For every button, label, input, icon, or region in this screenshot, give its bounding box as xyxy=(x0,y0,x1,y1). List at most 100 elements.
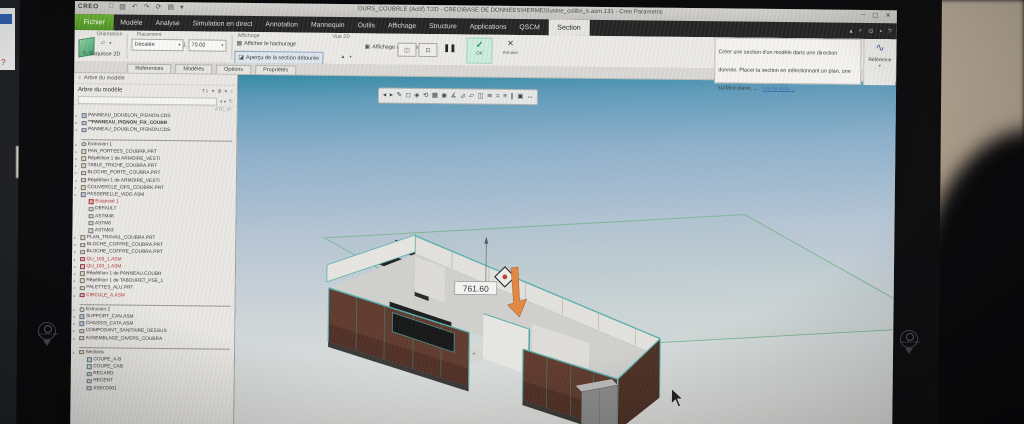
tab-section-active[interactable]: Section xyxy=(548,19,590,36)
filter-arrow-icon[interactable]: ↻ xyxy=(229,98,233,104)
expand-arrow-icon[interactable]: ▸ xyxy=(75,192,79,197)
tree-tool-icon[interactable]: T⇂ xyxy=(202,88,209,94)
expand-arrow-icon[interactable]: ▸ xyxy=(73,321,77,326)
reference-group[interactable]: ∿ Référence ▾ xyxy=(863,38,896,86)
tabbar-icon[interactable]: ▪ xyxy=(880,28,882,35)
3d-viewport[interactable]: ◂ ▸ ✎ ◻ ◈ ⟲ ▦ ◉ ∡ ⊿ ▱ ◫ ≋ ⌗ ≡ ∥ ▣ ↔ 761.… xyxy=(233,74,897,424)
ribbon-tab[interactable]: Applications xyxy=(463,18,513,35)
flip-normal-button[interactable]: ▱ ▾ xyxy=(100,39,111,46)
ribbon-tab[interactable]: Simulation en direct xyxy=(186,15,259,32)
graphics-tool-icon[interactable]: ⊿ xyxy=(460,89,466,103)
expand-arrow-icon[interactable]: ▸ xyxy=(73,328,77,333)
file-tab[interactable]: Fichier xyxy=(74,13,114,31)
expand-arrow-icon[interactable]: ▸ xyxy=(74,264,78,269)
hatch-toggle[interactable]: ▦ Afficher le hachurage xyxy=(236,40,296,48)
quick-access-icon[interactable]: ▤ xyxy=(167,3,174,11)
graphics-tool-icon[interactable]: ▸ xyxy=(390,89,393,103)
ribbon-tab[interactable]: Annotation xyxy=(259,16,305,33)
graphics-tool-icon[interactable]: ▣ xyxy=(517,90,523,104)
ribbon-tab[interactable]: Structure xyxy=(423,18,464,34)
tabbar-icon[interactable]: ⌕ xyxy=(859,27,863,35)
expand-arrow-icon[interactable]: ▸ xyxy=(74,249,78,254)
ribbon-tab[interactable]: Outils xyxy=(351,17,382,33)
filter-arrow-icon[interactable]: ◂ xyxy=(220,98,223,104)
warning-dropdown[interactable]: ▲ ▾ xyxy=(340,54,351,60)
offset-field[interactable]: ⟂ 70.00 ▾ xyxy=(182,39,227,52)
dashboard-subtab[interactable]: Options xyxy=(216,64,252,75)
quick-access-icon[interactable]: ▾ xyxy=(180,3,184,11)
expand-arrow-icon[interactable]: ▸ xyxy=(74,242,78,247)
section-toggle-icon[interactable]: ◫ xyxy=(397,42,417,57)
quick-access-icon[interactable]: ↷ xyxy=(144,3,150,11)
placement-type-dropdown[interactable]: Décalée ▾ xyxy=(131,38,184,52)
expand-arrow-icon[interactable]: ▸ xyxy=(74,271,78,276)
graphics-tool-icon[interactable]: ∡ xyxy=(451,89,457,103)
ribbon-tab[interactable]: Analyse xyxy=(149,15,186,31)
expand-arrow-icon[interactable]: ▸ xyxy=(75,185,79,190)
tabbar-icon[interactable]: ? xyxy=(888,28,892,35)
expand-arrow-icon[interactable]: ▸ xyxy=(75,142,79,147)
graphics-tool-icon[interactable]: ◈ xyxy=(414,89,419,103)
ribbon-tab[interactable]: Affichage xyxy=(381,17,422,33)
expand-arrow-icon[interactable]: ▸ xyxy=(76,113,80,118)
tabbar-icon[interactable]: ▴ xyxy=(849,27,852,35)
graphics-tool-icon[interactable]: ≡ xyxy=(503,90,507,104)
pause-button[interactable]: ❚❚ xyxy=(443,43,456,52)
quick-access-icon[interactable]: □ xyxy=(109,2,113,10)
graphics-tool-icon[interactable]: ✎ xyxy=(396,89,402,103)
window-control-icon[interactable]: – xyxy=(862,11,866,19)
ribbon-tab[interactable]: QSCM xyxy=(513,19,547,35)
graphics-tool-icon[interactable]: ◂ xyxy=(383,89,386,103)
graphics-tool-icon[interactable]: ⟲ xyxy=(423,89,429,103)
sketch-2d-button[interactable]: ✎ Esquisse 2D xyxy=(82,50,120,57)
tree-tool-icon[interactable]: ≣ xyxy=(217,88,221,94)
expand-arrow-icon[interactable]: ▸ xyxy=(73,314,77,319)
quick-access-icon[interactable]: ⟳ xyxy=(156,3,162,11)
3d-viewport-canvas[interactable]: 761.60 xyxy=(234,75,897,424)
expand-arrow-icon[interactable]: ▸ xyxy=(75,149,79,154)
expand-arrow-icon[interactable]: ▸ xyxy=(75,163,79,168)
expand-arrow-icon[interactable]: ▸ xyxy=(73,336,77,341)
tree-item[interactable]: ▸ XSEC0001 xyxy=(71,385,234,394)
quick-access-icon[interactable]: ▨ xyxy=(119,3,126,11)
dashboard-subtab[interactable]: Modèles xyxy=(175,64,213,74)
expand-arrow-icon[interactable]: ▸ xyxy=(74,257,78,262)
graphics-tool-icon[interactable]: ◫ xyxy=(477,90,483,104)
graphics-tool-icon[interactable]: ◉ xyxy=(441,89,447,103)
expand-arrow-icon[interactable]: ▸ xyxy=(76,127,80,132)
ok-button[interactable]: ✓ OK xyxy=(466,37,493,64)
graphics-tool-icon[interactable]: ◻ xyxy=(405,89,411,103)
graphics-tool-icon[interactable]: ≋ xyxy=(487,90,493,104)
expand-arrow-icon[interactable]: ▸ xyxy=(76,120,80,125)
tree-tool-icon[interactable]: ▾ xyxy=(225,88,228,94)
quick-access-icon[interactable]: ↶ xyxy=(132,3,138,11)
window-control-icon[interactable]: ✕ xyxy=(885,11,891,19)
section-toggle-icon[interactable]: ⊡ xyxy=(418,42,438,58)
ribbon-tab[interactable]: Mannequin xyxy=(304,17,351,34)
filter-arrow-icon[interactable]: ▸ xyxy=(224,98,227,104)
expand-arrow-icon[interactable]: ▸ xyxy=(75,170,79,175)
expand-arrow-icon[interactable]: ▸ xyxy=(73,307,77,312)
graphics-tool-icon[interactable]: ▱ xyxy=(469,89,474,103)
window-control-icon[interactable]: ▢ xyxy=(872,11,878,19)
graphics-tool-icon[interactable]: ∥ xyxy=(510,90,513,104)
expand-arrow-icon[interactable]: ▸ xyxy=(74,285,78,290)
dashboard-subtab[interactable]: Propriétés xyxy=(255,65,297,75)
graphics-tool-icon[interactable]: ▦ xyxy=(432,89,438,103)
read-more-link[interactable]: Lire la suite... xyxy=(762,86,794,92)
expand-arrow-icon[interactable]: ▸ xyxy=(74,293,78,298)
graphics-tool-icon[interactable]: ⌗ xyxy=(496,90,500,104)
cancel-button[interactable]: ✕ Annuler xyxy=(495,38,525,62)
expand-arrow-icon[interactable]: ▸ xyxy=(75,156,79,161)
expand-arrow-icon[interactable]: ▸ xyxy=(75,178,79,183)
dashboard-subtab[interactable]: Références xyxy=(127,63,172,74)
tree-tool-icon[interactable]: ▾ xyxy=(212,88,215,94)
tree-tool-icon[interactable]: ⌕ xyxy=(230,88,233,94)
expand-arrow-icon[interactable]: ▸ xyxy=(74,278,78,283)
graphics-tool-icon[interactable]: ↔ xyxy=(527,90,534,104)
expand-arrow-icon[interactable]: ▸ xyxy=(74,235,78,240)
ribbon-tab[interactable]: Modèle xyxy=(114,14,149,30)
expand-arrow-icon[interactable]: ▸ xyxy=(73,350,77,355)
tree-search-input[interactable] xyxy=(77,95,217,106)
tabbar-icon[interactable]: ⊙ xyxy=(868,27,874,35)
